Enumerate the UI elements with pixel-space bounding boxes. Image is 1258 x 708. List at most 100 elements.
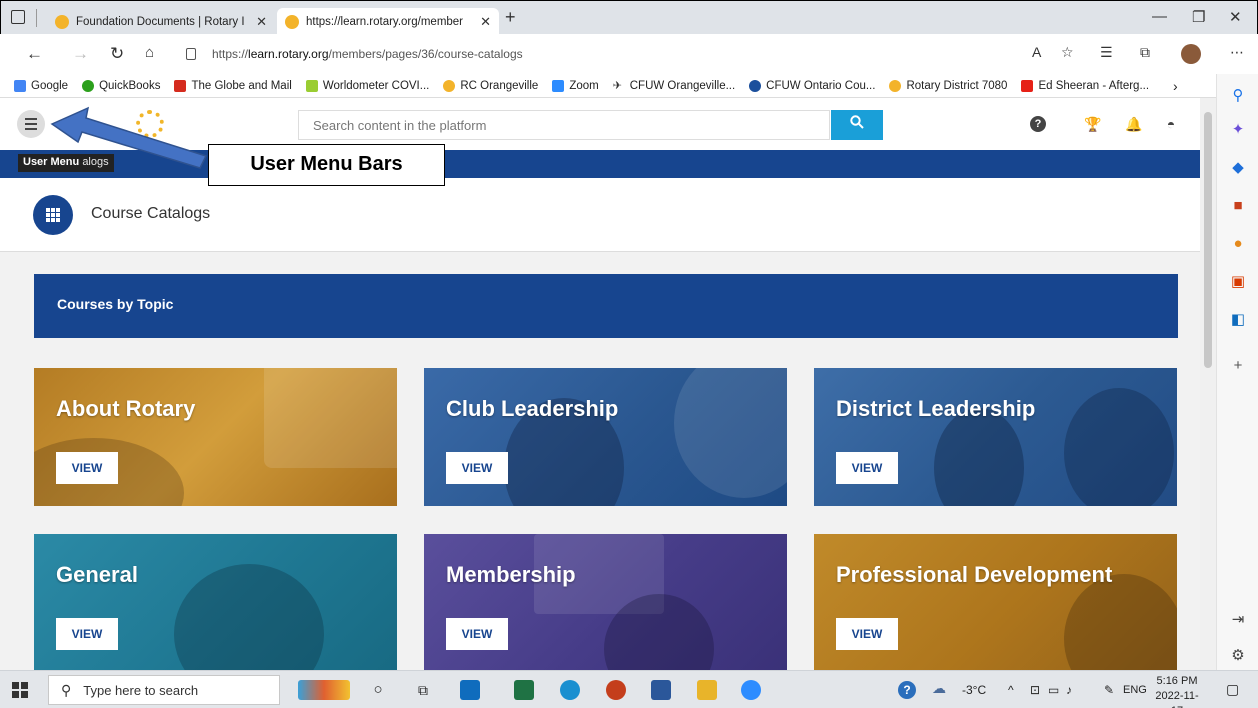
more-options-icon[interactable]: ⋯: [1230, 44, 1244, 61]
edge-taskbar-icon[interactable]: [560, 680, 580, 700]
bookmark-label: RC Orangeville: [460, 79, 539, 92]
search-button[interactable]: [831, 110, 883, 140]
chevron-up-icon[interactable]: ^: [1008, 683, 1014, 697]
annotation-arrow: [50, 106, 208, 169]
network-icon[interactable]: ⊡: [1030, 683, 1040, 697]
office-icon[interactable]: ▣: [1230, 274, 1246, 290]
view-button[interactable]: VIEW: [836, 618, 898, 650]
pen-icon[interactable]: ✎: [1104, 683, 1114, 697]
profile-avatar[interactable]: [1181, 44, 1201, 64]
catalog-title-bar: Course Catalogs: [0, 178, 1200, 252]
cortana-icon[interactable]: ○: [368, 680, 388, 700]
bookmark-worldometer[interactable]: Worldometer COVI...: [305, 79, 429, 92]
weather-widget-icon[interactable]: [298, 680, 350, 700]
avatar-icon[interactable]: ◓: [1163, 116, 1179, 132]
bookmark-label: Rotary District 7080: [906, 79, 1008, 92]
powerpoint-taskbar-icon[interactable]: [606, 680, 626, 700]
rotary-favicon-icon: [55, 14, 69, 29]
bookmark-rc-orangeville[interactable]: RC Orangeville: [443, 79, 539, 92]
quickbooks-icon: [82, 79, 95, 92]
hide-sidebar-icon[interactable]: ⇥: [1230, 612, 1246, 628]
url-field[interactable]: https://learn.rotary.org/members/pages/3…: [186, 41, 1006, 67]
course-card-general[interactable]: General VIEW: [34, 534, 397, 670]
tools-icon[interactable]: ■: [1230, 198, 1246, 214]
home-icon[interactable]: ⌂: [145, 44, 154, 61]
view-button[interactable]: VIEW: [56, 618, 118, 650]
excel-taskbar-icon[interactable]: [514, 680, 534, 700]
games-icon[interactable]: ●: [1230, 236, 1246, 252]
bookmark-quickbooks[interactable]: QuickBooks: [82, 79, 160, 92]
favorite-star-icon[interactable]: ☆: [1061, 44, 1074, 61]
notification-bell-icon[interactable]: 🔔: [1125, 116, 1142, 132]
bookmark-label: Zoom: [569, 79, 599, 92]
view-button[interactable]: VIEW: [446, 452, 508, 484]
forward-icon[interactable]: →: [72, 44, 89, 64]
scrollbar-thumb[interactable]: [1204, 112, 1212, 368]
course-card-district-leadership[interactable]: District Leadership VIEW: [814, 368, 1177, 506]
outlook-taskbar-icon[interactable]: [460, 680, 480, 700]
bookmark-label: The Globe and Mail: [191, 79, 292, 92]
zoom-taskbar-icon[interactable]: [741, 680, 761, 700]
notifications-icon[interactable]: ▢: [1226, 681, 1239, 698]
task-view-icon[interactable]: ⧉: [413, 680, 433, 700]
course-card-about-rotary[interactable]: About Rotary VIEW: [34, 368, 397, 506]
bookmark-ed-sheeran[interactable]: Ed Sheeran - Afterg...: [1021, 79, 1149, 92]
course-card-membership[interactable]: Membership VIEW: [424, 534, 787, 670]
page-title: Course Catalogs: [91, 205, 211, 222]
bookmark-label: CFUW Ontario Cou...: [766, 79, 876, 92]
view-button[interactable]: VIEW: [836, 452, 898, 484]
taskbar-search-input[interactable]: ⚲ Type here to search: [48, 675, 280, 705]
help-icon[interactable]: ?: [1030, 116, 1046, 132]
word-taskbar-icon[interactable]: [651, 680, 671, 700]
tab-actions-icon[interactable]: [11, 10, 25, 24]
bookmark-zoom[interactable]: Zoom: [552, 79, 599, 92]
outlook-icon[interactable]: ◧: [1230, 312, 1246, 328]
close-tab-icon[interactable]: ✕: [256, 14, 267, 30]
view-button[interactable]: VIEW: [56, 452, 118, 484]
search-icon: ⚲: [61, 681, 72, 698]
trophy-icon[interactable]: 🏆: [1084, 116, 1101, 132]
photo-overlay: [674, 368, 787, 498]
new-tab-button[interactable]: +: [505, 7, 516, 28]
rotary-icon: [443, 79, 456, 92]
bookmark-rotary-district[interactable]: Rotary District 7080: [889, 79, 1008, 92]
close-tab-icon[interactable]: ✕: [480, 14, 491, 30]
course-card-professional-development[interactable]: Professional Development VIEW: [814, 534, 1177, 670]
discover-icon[interactable]: ✦: [1230, 122, 1246, 138]
help-tray-icon[interactable]: ?: [898, 681, 916, 699]
shopping-tag-icon[interactable]: ◆: [1230, 160, 1246, 176]
system-clock[interactable]: 5:16 PM 2022-11-17: [1150, 674, 1204, 708]
photo-overlay: [1064, 574, 1177, 670]
view-button[interactable]: VIEW: [446, 618, 508, 650]
rotary-icon: [889, 79, 902, 92]
favorites-icon[interactable]: ☰: [1100, 44, 1113, 61]
bookmark-google[interactable]: Google: [14, 79, 68, 92]
course-card-club-leadership[interactable]: Club Leadership VIEW: [424, 368, 787, 506]
battery-icon[interactable]: ▭: [1048, 683, 1059, 697]
tab-foundation-documents[interactable]: Foundation Documents | Rotary I ✕: [47, 8, 275, 35]
minimize-icon[interactable]: —: [1152, 8, 1167, 25]
restore-icon[interactable]: ❐: [1192, 8, 1205, 26]
windows-start-icon[interactable]: [12, 682, 28, 698]
more-bookmarks-chevron-icon[interactable]: ›: [1173, 78, 1178, 94]
language-indicator[interactable]: ENG: [1123, 684, 1147, 696]
refresh-icon[interactable]: ↻: [110, 44, 124, 64]
sidebar-settings-gear-icon[interactable]: ⚙: [1230, 648, 1246, 664]
page-scrollbar[interactable]: [1200, 98, 1216, 670]
bookmark-cfuw-ontario[interactable]: CFUW Ontario Cou...: [749, 79, 876, 92]
file-explorer-taskbar-icon[interactable]: [697, 680, 717, 700]
collections-icon[interactable]: ⧉: [1140, 44, 1150, 61]
bookmark-globe-and-mail[interactable]: The Globe and Mail: [174, 79, 292, 92]
search-sidebar-icon[interactable]: ⚲: [1230, 88, 1246, 104]
back-icon[interactable]: ←: [26, 44, 43, 64]
read-aloud-icon[interactable]: A: [1032, 44, 1041, 60]
tab-learn-rotary[interactable]: https://learn.rotary.org/member ✕: [277, 8, 499, 35]
annotation-callout: User Menu Bars: [208, 144, 445, 186]
close-window-icon[interactable]: ✕: [1229, 8, 1242, 26]
volume-icon[interactable]: ♪: [1066, 683, 1072, 697]
add-sidebar-app-icon[interactable]: +: [1230, 358, 1246, 374]
topic-banner: Courses by Topic: [34, 274, 1178, 338]
bookmark-cfuw-orangeville[interactable]: ✈ CFUW Orangeville...: [613, 80, 735, 92]
search-input[interactable]: Search content in the platform: [298, 110, 830, 140]
url-prefix: https://: [212, 47, 249, 61]
